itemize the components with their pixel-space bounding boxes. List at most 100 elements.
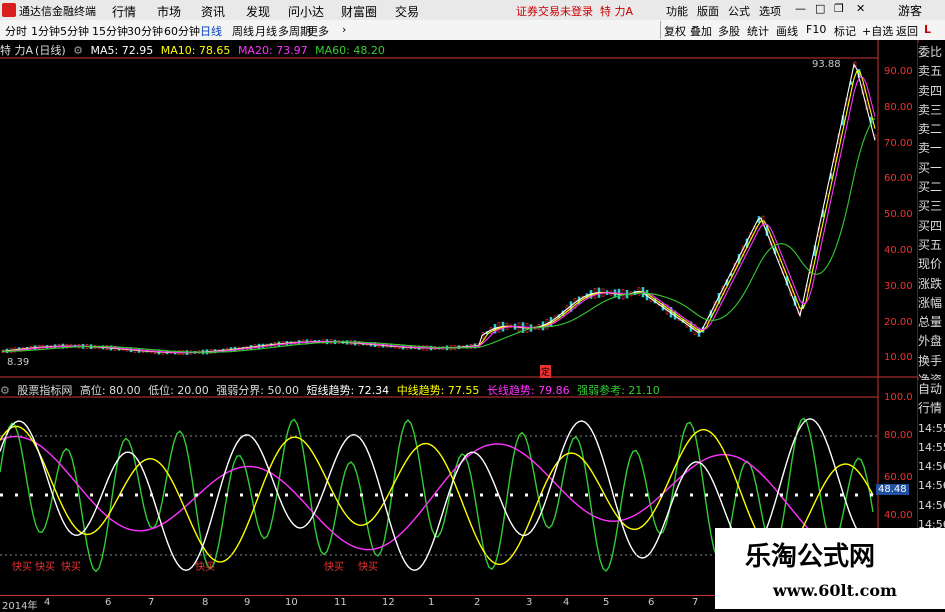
menu-item-banmian[interactable]: 版面 [697,3,719,19]
menu-item-xuanxiang[interactable]: 选项 [759,3,781,19]
candle [273,342,277,347]
menu-item-faxian[interactable]: 发现 [246,3,270,20]
site-watermark: 乐淘公式网 www.60lt.com [715,528,945,609]
quote-label: 涨幅 [918,295,943,310]
candle [85,343,89,349]
event-marker-badge[interactable]: 定 [540,365,552,378]
candle [349,340,353,346]
biaoji-button[interactable]: 标记 [834,23,856,39]
quote-label: 委比 [918,45,943,59]
add-favorite-button[interactable]: +自选 [862,23,893,39]
candle [689,321,693,332]
candle [369,342,373,347]
duogu-button[interactable]: 多股 [718,23,740,39]
candle [197,350,201,355]
ma60-value: MA60: 48.20 [315,44,385,57]
trade-time-label: 14:56 [918,479,945,493]
candle [125,347,129,352]
candle [145,349,149,353]
menu-item-jiaoyi[interactable]: 交易 [395,3,419,20]
candle [741,245,745,257]
period-tab[interactable]: 60分钟 [164,23,200,39]
series-line [1,63,876,354]
candle [749,232,753,239]
login-notice[interactable]: 证券交易未登录 特 力A [516,3,633,19]
minimize-icon[interactable]: — [795,2,806,15]
period-tab[interactable]: 1分钟 [31,23,60,39]
close-icon[interactable]: ✕ [856,2,865,15]
candle [845,98,849,106]
fuquan-button[interactable]: 复权 [664,23,686,39]
signal-label: 快买 [35,562,55,573]
price-tick-label: 70.00 [884,137,913,149]
candle [281,341,285,347]
date-tick-label: 7 [692,597,699,608]
menu-bar: 通达信金融终端 行情 市场 资讯 发现 问小达 财富圈 交易 证券交易未登录 特… [0,0,945,20]
candle [665,304,669,315]
f10-button[interactable]: F10 [806,23,826,36]
date-tick-label: 2 [474,597,481,608]
candle [669,306,673,318]
candle [77,344,81,349]
period-tab[interactable]: 15分钟 [92,23,128,39]
candle [661,302,665,311]
candle [57,343,61,349]
menu-item-zixun[interactable]: 资讯 [201,3,225,20]
period-tab[interactable]: 日线 [200,23,222,39]
candle [833,153,837,163]
trade-time-label: 14:55 [918,440,945,454]
candle [133,347,137,353]
date-tick-label: 6 [105,597,112,608]
tongji-button[interactable]: 统计 [747,23,769,39]
diejia-button[interactable]: 叠加 [690,23,712,39]
candle [773,247,777,254]
menu-item-caifuquan[interactable]: 财富圈 [341,3,377,20]
candle [673,310,677,320]
settings-gear-icon[interactable]: ⚙ [73,44,83,57]
back-button[interactable]: 返回 [896,23,918,39]
candle [449,345,453,351]
trade-time-label: 行情 [918,401,943,416]
candle [725,279,729,286]
candle [525,322,529,333]
guest-user[interactable]: 游客 [898,2,922,19]
period-tab[interactable]: 分时 [5,23,27,39]
candle [569,301,573,312]
candle [357,341,361,346]
period-tab[interactable]: 周线 [232,23,254,39]
menu-item-gongneng[interactable]: 功能 [666,3,688,19]
price-chart[interactable] [0,0,945,609]
candle [789,285,793,297]
candle [657,301,661,306]
period-tab[interactable]: 月线 [255,23,277,39]
candle [81,343,85,349]
ma5-value: MA5: 72.95 [90,44,154,57]
candle [609,290,613,296]
candle [821,209,825,218]
candle [481,332,485,339]
trade-time-label: 14:55 [918,421,945,435]
maximize-icon[interactable]: □ [815,2,825,15]
period-tab[interactable]: 30分钟 [127,23,163,39]
candle [301,339,305,345]
app-title: 通达信金融终端 [19,5,96,18]
menu-item-hangqing[interactable]: 行情 [112,3,136,20]
restore-icon[interactable]: ❐ [834,2,844,15]
candle [221,348,225,353]
menu-item-shichang[interactable]: 市场 [157,3,181,20]
candle [393,344,397,349]
menu-item-gongshi[interactable]: 公式 [728,3,750,19]
candle [593,288,597,299]
candle [849,81,853,85]
candle [109,345,113,351]
date-tick-label: 4 [563,597,570,608]
signal-label: 快买 [324,562,344,573]
indicator-gear-icon[interactable]: ⚙ [0,384,10,397]
candle [765,225,769,236]
menu-item-wenxiaoda[interactable]: 问小达 [288,3,324,20]
huaxian-button[interactable]: 画线 [776,23,798,39]
more-periods-arrow-icon[interactable]: › [342,23,346,36]
period-tab[interactable]: 更多 [307,23,329,39]
candle [293,340,297,345]
period-tab[interactable]: 5分钟 [60,23,89,39]
